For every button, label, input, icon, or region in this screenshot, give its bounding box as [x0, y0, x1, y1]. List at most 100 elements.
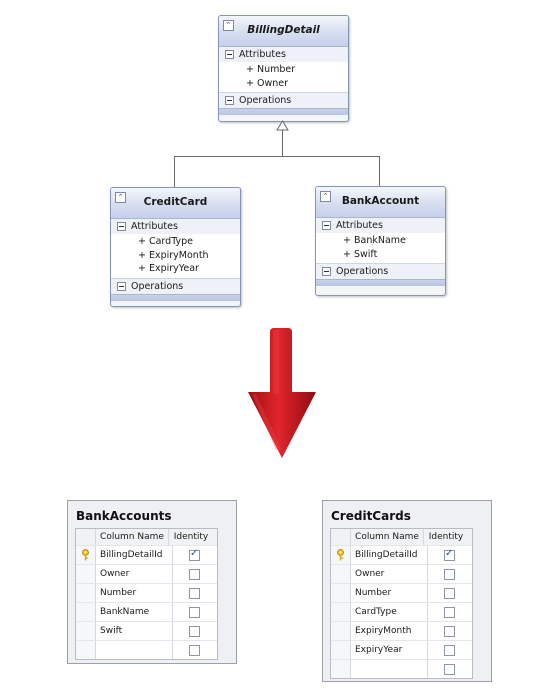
checkbox-icon[interactable]: [444, 664, 455, 675]
column-name-cell[interactable]: BillingDetailId: [96, 546, 173, 564]
row-selector[interactable]: [76, 565, 96, 583]
checkbox-icon[interactable]: [189, 607, 200, 618]
row-selector[interactable]: [331, 641, 351, 659]
row-selector-header: [331, 529, 351, 545]
checkbox-icon[interactable]: [189, 645, 200, 656]
row-selector[interactable]: [76, 641, 96, 659]
attributes-section-header[interactable]: Attributes: [316, 218, 445, 233]
operations-label: Operations: [239, 95, 292, 106]
minus-box-icon[interactable]: [117, 222, 126, 231]
table-row[interactable]: Owner: [331, 565, 472, 584]
minus-box-icon[interactable]: [225, 96, 234, 105]
row-selector[interactable]: [331, 622, 351, 640]
row-selector-header: [76, 529, 96, 545]
table-title: BankAccounts: [76, 509, 172, 523]
minus-box-icon[interactable]: [322, 221, 331, 230]
row-selector[interactable]: [331, 584, 351, 602]
minus-box-icon[interactable]: [322, 267, 331, 276]
checkbox-icon[interactable]: [444, 548, 455, 561]
identity-cell: [428, 622, 472, 640]
column-name-cell[interactable]: BillingDetailId: [351, 546, 428, 564]
table-row[interactable]: Swift: [76, 622, 217, 641]
row-selector[interactable]: [331, 546, 351, 564]
column-name-cell[interactable]: [351, 660, 428, 678]
column-name-cell[interactable]: Owner: [96, 565, 173, 583]
attributes-label: Attributes: [336, 220, 383, 231]
table-row[interactable]: ExpiryYear: [331, 641, 472, 660]
identity-cell: [428, 546, 472, 564]
checkbox-icon[interactable]: [189, 626, 200, 637]
checkbox-icon[interactable]: [444, 645, 455, 656]
checkbox-icon[interactable]: [189, 588, 200, 599]
class-creditcard[interactable]: ⌃ CreditCard Attributes + CardType + Exp…: [110, 187, 241, 307]
attribute-list: + BankName + Swift: [316, 233, 445, 263]
checkbox-icon[interactable]: [444, 569, 455, 580]
table-creditcards[interactable]: CreditCards Column Name Identity BillingDe…: [322, 500, 492, 682]
column-name-header[interactable]: Column Name: [96, 529, 169, 545]
table-row[interactable]: BillingDetailId: [331, 546, 472, 565]
column-name-cell[interactable]: BankName: [96, 603, 173, 621]
key-icon: [82, 549, 89, 561]
table-row[interactable]: Owner: [76, 565, 217, 584]
table-row[interactable]: ExpiryMonth: [331, 622, 472, 641]
column-name-cell[interactable]: Number: [351, 584, 428, 602]
row-selector[interactable]: [331, 603, 351, 621]
column-name-cell[interactable]: Number: [96, 584, 173, 602]
row-selector[interactable]: [76, 622, 96, 640]
identity-header[interactable]: Identity: [169, 529, 213, 545]
table-row[interactable]: Number: [76, 584, 217, 603]
identity-cell: [428, 565, 472, 583]
inheritance-line-left: [174, 156, 175, 187]
table-title: CreditCards: [331, 509, 411, 523]
identity-cell: [428, 603, 472, 621]
grid-header-row: Column Name Identity: [331, 529, 472, 546]
row-selector[interactable]: [76, 603, 96, 621]
checkbox-icon[interactable]: [444, 626, 455, 637]
column-name-cell[interactable]: ExpiryMonth: [351, 622, 428, 640]
table-row[interactable]: [331, 660, 472, 678]
attribute-item: + CardType: [111, 235, 240, 249]
table-row[interactable]: BankName: [76, 603, 217, 622]
column-name-cell[interactable]: ExpiryYear: [351, 641, 428, 659]
operations-section-header[interactable]: Operations: [316, 263, 445, 279]
column-name-cell[interactable]: CardType: [351, 603, 428, 621]
identity-cell: [173, 641, 217, 659]
attributes-section-header[interactable]: Attributes: [111, 219, 240, 234]
checkbox-icon[interactable]: [444, 588, 455, 599]
operations-section-header[interactable]: Operations: [111, 277, 240, 294]
identity-header[interactable]: Identity: [424, 529, 468, 545]
column-name-cell[interactable]: Swift: [96, 622, 173, 640]
identity-cell: [173, 584, 217, 602]
identity-cell: [173, 622, 217, 640]
checkbox-icon[interactable]: [189, 569, 200, 580]
class-footer: [219, 108, 348, 115]
table-row[interactable]: [76, 641, 217, 659]
table-row[interactable]: CardType: [331, 603, 472, 622]
checkbox-icon[interactable]: [444, 607, 455, 618]
table-row[interactable]: BillingDetailId: [76, 546, 217, 565]
checkbox-icon[interactable]: [189, 548, 200, 561]
class-bankaccount[interactable]: ⌃ BankAccount Attributes + BankName + Sw…: [315, 186, 446, 296]
attribute-item: + ExpiryYear: [111, 262, 240, 276]
column-name-header[interactable]: Column Name: [351, 529, 424, 545]
class-billingdetail[interactable]: ⌃ BillingDetail Attributes + Number + Ow…: [218, 15, 349, 122]
row-selector[interactable]: [331, 565, 351, 583]
identity-cell: [173, 565, 217, 583]
minus-box-icon[interactable]: [225, 50, 234, 59]
class-header: ⌃ CreditCard: [111, 188, 240, 219]
row-selector[interactable]: [76, 546, 96, 564]
identity-cell: [428, 584, 472, 602]
inheritance-triangle-icon: [276, 120, 289, 131]
attribute-list: + Number + Owner: [219, 62, 348, 92]
row-selector[interactable]: [331, 660, 351, 678]
operations-section-header[interactable]: Operations: [219, 92, 348, 108]
table-row[interactable]: Number: [331, 584, 472, 603]
attribute-item: + Owner: [219, 76, 348, 90]
column-name-cell[interactable]: Owner: [351, 565, 428, 583]
minus-box-icon[interactable]: [117, 281, 126, 291]
attributes-section-header[interactable]: Attributes: [219, 47, 348, 62]
table-bankaccounts[interactable]: BankAccounts Column Name Identity BillingD…: [67, 500, 237, 664]
inheritance-line-horizontal: [174, 156, 380, 157]
column-name-cell[interactable]: [96, 641, 173, 659]
row-selector[interactable]: [76, 584, 96, 602]
